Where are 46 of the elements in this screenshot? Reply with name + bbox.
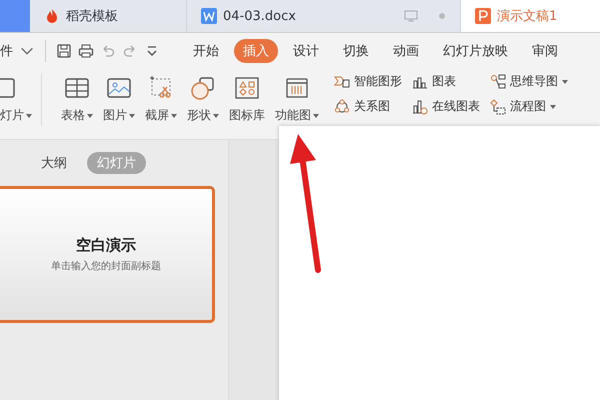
ribbon-button[interactable]: 图表 bbox=[412, 73, 480, 90]
save-icon[interactable] bbox=[56, 43, 72, 59]
caret-icon bbox=[129, 114, 135, 118]
ribbon-button[interactable]: 功能图 bbox=[270, 73, 324, 126]
ribbon-button[interactable]: 思维导图 bbox=[490, 73, 568, 90]
smartart-icon bbox=[334, 74, 350, 90]
caret-icon bbox=[562, 80, 568, 84]
ribbon-button[interactable]: 图标库 bbox=[224, 73, 270, 126]
caret-icon bbox=[313, 114, 319, 118]
caret-icon bbox=[171, 114, 177, 118]
ribbon-button[interactable]: 关系图 bbox=[334, 98, 402, 115]
relation-icon bbox=[334, 98, 350, 114]
shape-icon bbox=[190, 75, 216, 101]
caret-icon bbox=[87, 114, 93, 118]
slide-subtitle: 单击输入您的封面副标题 bbox=[51, 260, 161, 273]
ribbon-button[interactable]: 图片 bbox=[98, 73, 140, 126]
monitor-icon[interactable] bbox=[404, 10, 418, 22]
dot-icon bbox=[438, 12, 446, 20]
ribbon-button[interactable]: 在线图表 bbox=[412, 98, 480, 115]
ribbon-button[interactable]: 截屏 bbox=[140, 73, 182, 126]
menu-tab[interactable]: 动画 bbox=[384, 39, 428, 63]
menu-tab[interactable]: 设计 bbox=[284, 39, 328, 63]
menu-tab[interactable]: 开始 bbox=[184, 39, 228, 63]
file-menu[interactable]: 件 bbox=[0, 42, 13, 60]
onlinechart-icon bbox=[412, 98, 428, 114]
caret-icon bbox=[550, 104, 556, 108]
ribbon-button[interactable]: 表格 bbox=[56, 73, 98, 126]
print-icon[interactable] bbox=[78, 43, 94, 59]
ribbon-button[interactable]: 形状 bbox=[182, 73, 224, 126]
flow-icon bbox=[490, 98, 506, 114]
presentation-icon bbox=[475, 8, 491, 24]
slide-thumbnail[interactable]: 空白演示 单击输入您的封面副标题 bbox=[0, 186, 215, 323]
flame-icon bbox=[44, 8, 60, 24]
ribbon-button[interactable]: 灯片 bbox=[0, 73, 42, 126]
menu-tab[interactable]: 幻灯片放映 bbox=[434, 39, 517, 63]
iconlib-icon bbox=[234, 75, 260, 101]
panel-tab[interactable]: 大纲 bbox=[31, 152, 77, 174]
mindmap-icon bbox=[490, 74, 506, 90]
ribbon-button[interactable]: 智能图形 bbox=[334, 73, 402, 90]
document-icon bbox=[201, 8, 217, 24]
ribbon-button[interactable]: 流程图 bbox=[490, 98, 568, 115]
menu-tab[interactable]: 审阅 bbox=[523, 39, 567, 63]
slide-title: 空白演示 bbox=[76, 236, 136, 255]
menu-tab[interactable]: 切换 bbox=[334, 39, 378, 63]
caret-icon bbox=[26, 114, 32, 118]
caret-icon bbox=[213, 114, 219, 118]
